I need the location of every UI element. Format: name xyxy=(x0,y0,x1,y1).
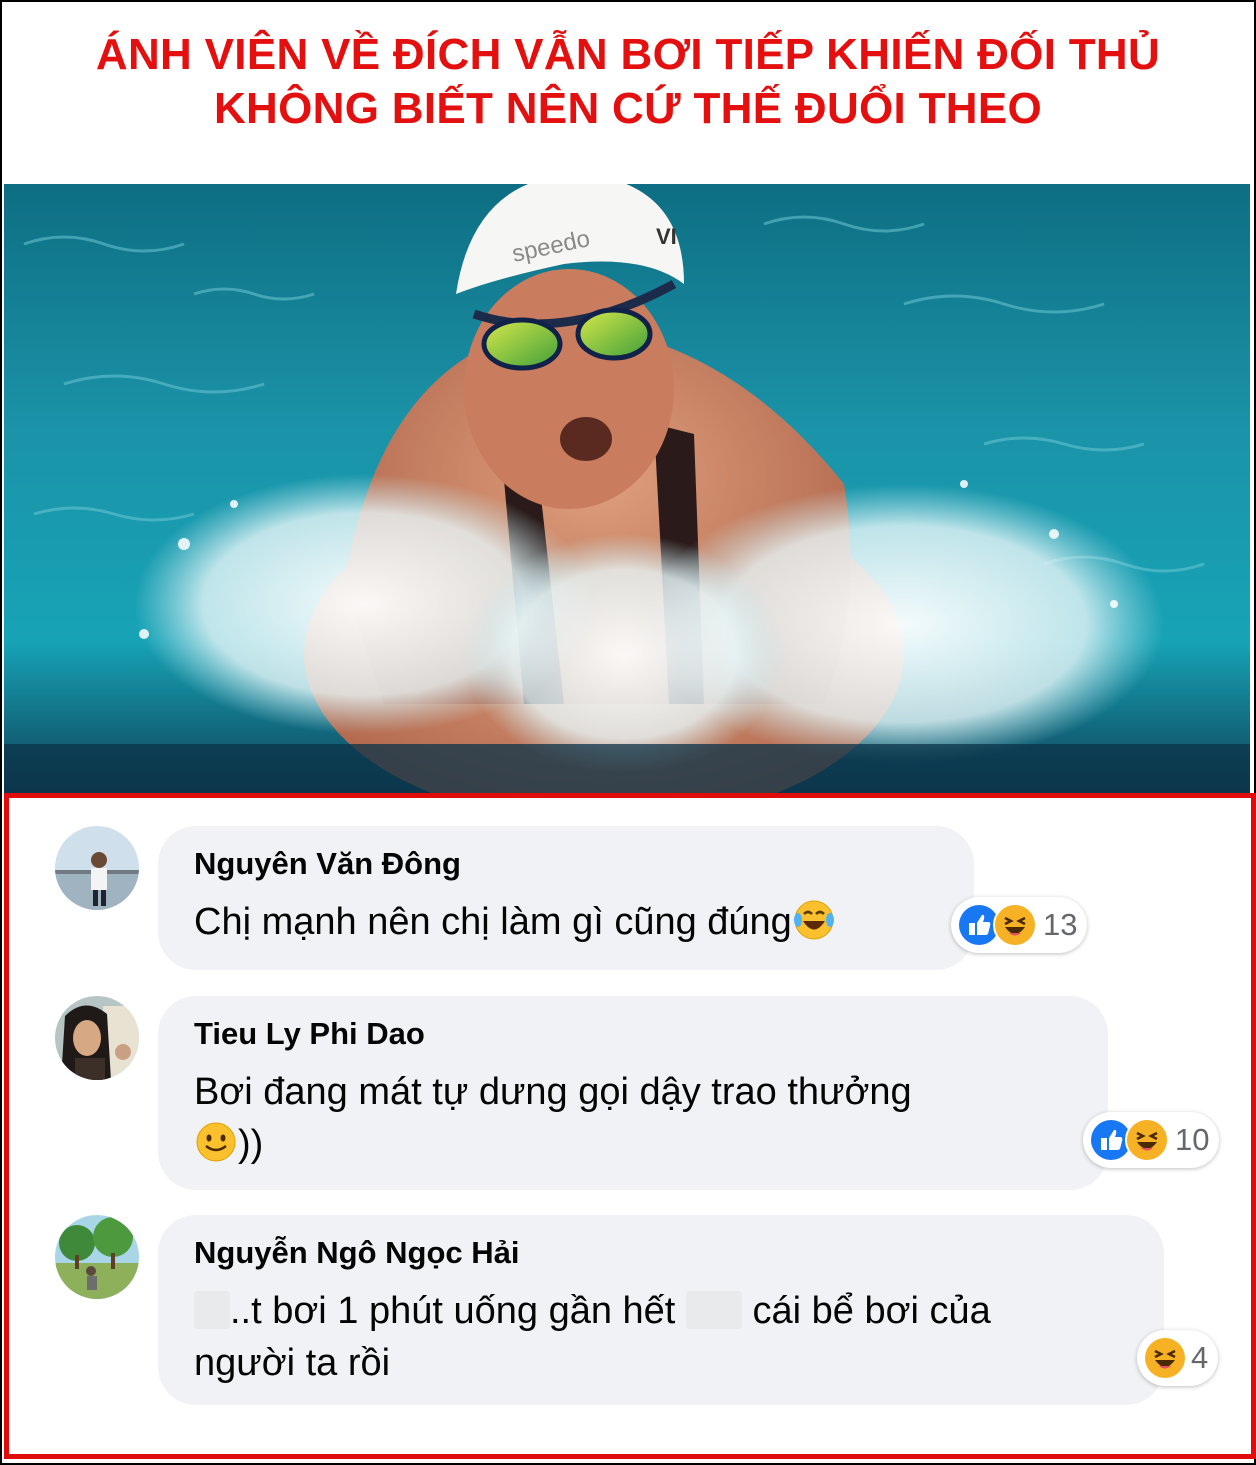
comment-text-part-1: ..t bơi 1 phút uống gần hết xyxy=(230,1290,676,1332)
censored-word xyxy=(194,1291,230,1329)
comments-panel: Nguyên Văn Đông Chị mạnh nên chị làm gì … xyxy=(4,793,1256,1459)
avatar[interactable] xyxy=(55,1215,139,1299)
cap-country-text: VI xyxy=(656,224,677,249)
avatar[interactable] xyxy=(55,996,139,1080)
comment-text: Chị mạnh nên chị làm gì cũng đúng xyxy=(194,896,836,948)
comment-text-part-2: cái bể bơi của xyxy=(752,1290,991,1332)
reaction-summary[interactable]: 10 xyxy=(1083,1112,1220,1168)
haha-reaction-icon xyxy=(993,903,1037,947)
headline-line-1: ÁNH VIÊN VỀ ĐÍCH VẪN BƠI TIẾP KHIẾN ĐỐI … xyxy=(95,30,1161,79)
swimmer-photo: speedo VI xyxy=(4,184,1250,794)
comment-text-line-1: Bơi đang mát tự dưng gọi dậy trao thưởng xyxy=(194,1071,912,1113)
reaction-count: 4 xyxy=(1191,1340,1209,1375)
haha-reaction-icon xyxy=(1145,1338,1185,1378)
comment-text: ..t bơi 1 phút uống gần hết cái bể bơi c… xyxy=(194,1285,1134,1389)
comment-text-line-2: )) xyxy=(194,1118,1074,1170)
reaction-summary[interactable]: 13 xyxy=(951,897,1088,953)
reaction-summary[interactable]: 4 xyxy=(1137,1330,1219,1386)
reaction-count: 10 xyxy=(1175,1122,1210,1157)
headline-line-2: KHÔNG BIẾT NÊN CỨ THẾ ĐUỔI THEO xyxy=(213,84,1043,133)
comment-text-line-2: người ta rồi xyxy=(194,1342,391,1384)
commenter-name[interactable]: Tieu Ly Phi Dao xyxy=(194,1016,425,1052)
swimmer-illustration: speedo VI xyxy=(4,184,1250,794)
commenter-name[interactable]: Nguyễn Ngô Ngọc Hải xyxy=(194,1235,520,1271)
smile-emoji-icon xyxy=(194,1120,238,1164)
laughing-tears-emoji-icon xyxy=(792,898,836,942)
commenter-name[interactable]: Nguyên Văn Đông xyxy=(194,846,461,882)
reaction-count: 13 xyxy=(1043,907,1078,942)
comment-text: Bơi đang mát tự dưng gọi dậy trao thưởng… xyxy=(194,1066,1074,1170)
comment-text-line-2-suffix: )) xyxy=(238,1123,264,1165)
comment-text-body: Chị mạnh nên chị làm gì cũng đúng xyxy=(194,901,792,943)
headline: ÁNH VIÊN VỀ ĐÍCH VẪN BƠI TIẾP KHIẾN ĐỐI … xyxy=(0,28,1256,136)
avatar[interactable] xyxy=(55,826,139,910)
haha-reaction-icon xyxy=(1125,1118,1169,1162)
comment-text-line-1: ..t bơi 1 phút uống gần hết cái bể bơi c… xyxy=(194,1285,1134,1337)
censored-word xyxy=(685,1291,742,1329)
